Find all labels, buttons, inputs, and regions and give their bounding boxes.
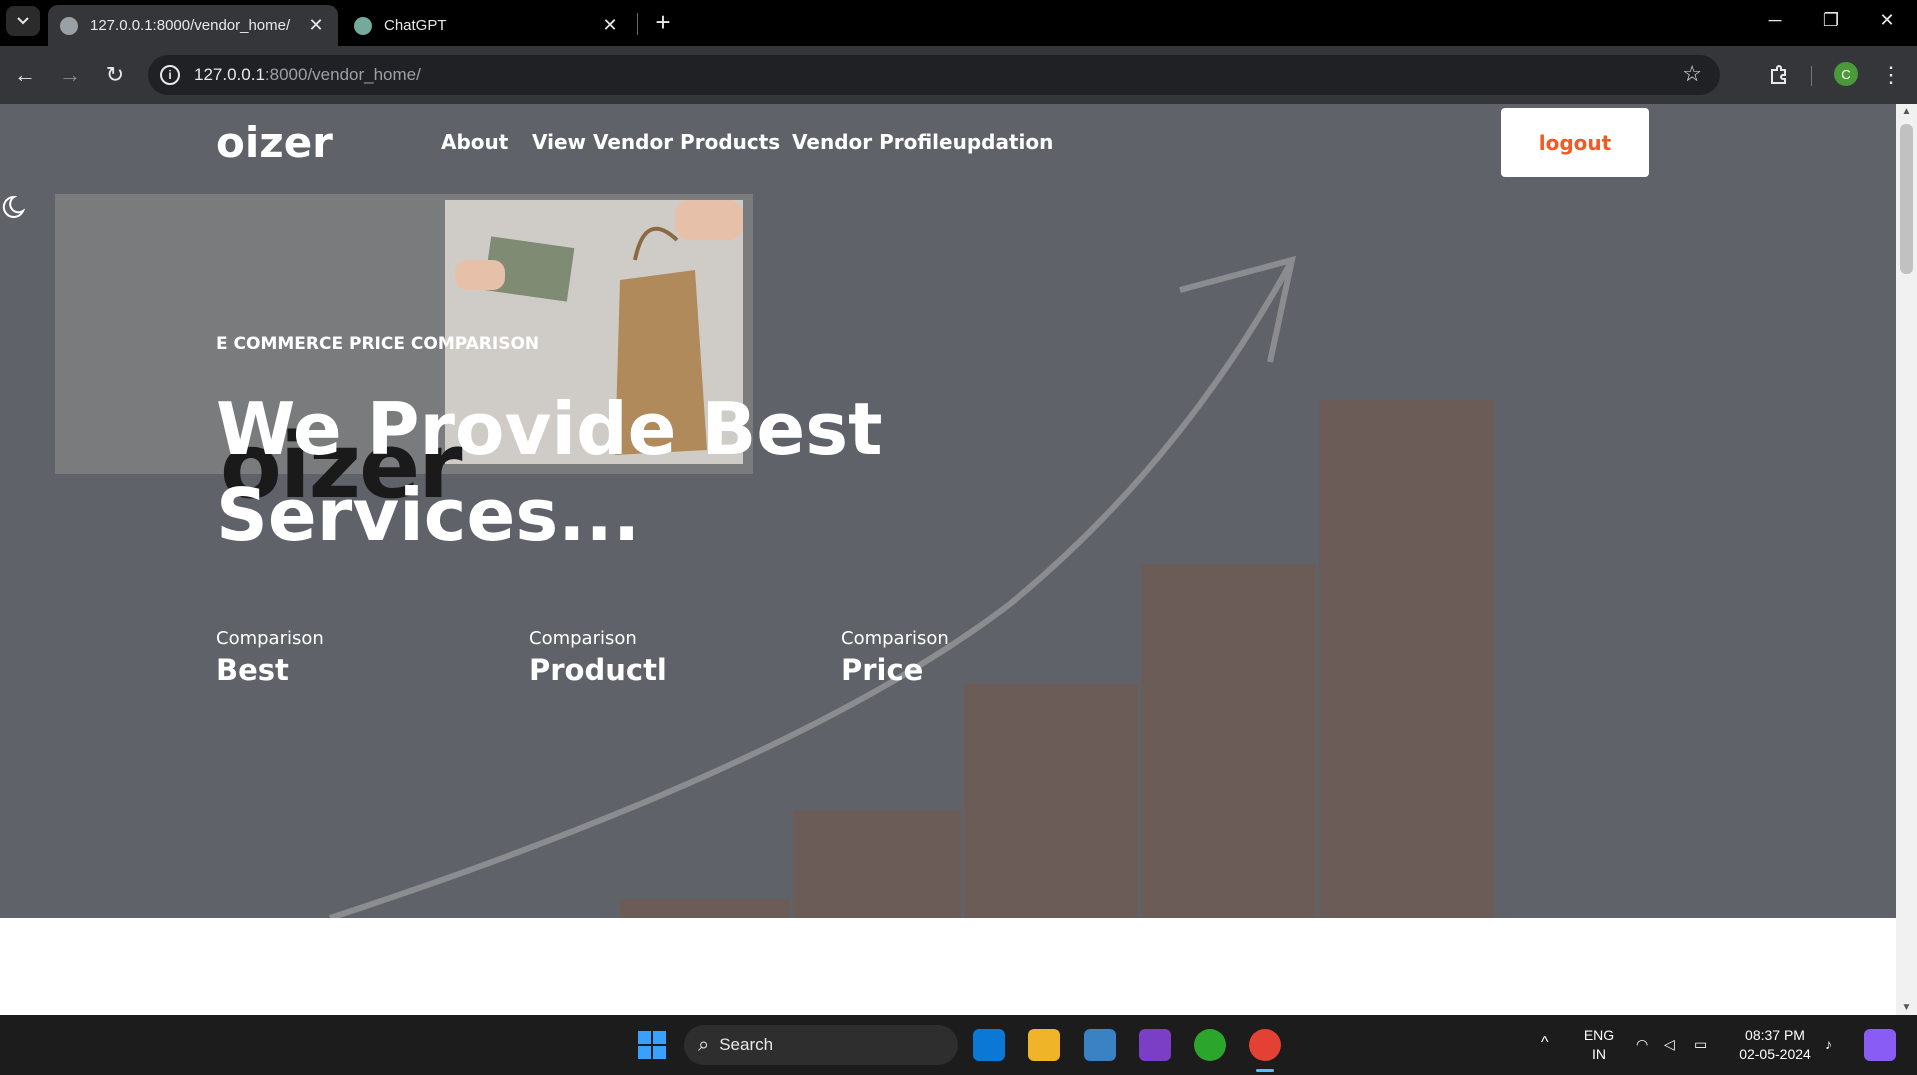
stat-value: Productl xyxy=(529,653,667,687)
app-icon[interactable] xyxy=(1139,1029,1171,1061)
chevron-down-icon xyxy=(17,17,29,25)
stat-label: Comparison xyxy=(529,628,637,649)
moon-icon[interactable] xyxy=(0,194,26,220)
reload-icon[interactable]: ↻ xyxy=(100,60,130,90)
info-icon[interactable]: i xyxy=(160,65,180,85)
extensions-icon[interactable] xyxy=(1764,60,1794,90)
nav-link-about[interactable]: About xyxy=(441,130,508,154)
stat-label: Comparison xyxy=(841,628,949,649)
stat-item: Comparison Productl xyxy=(529,628,667,687)
scrollbar-thumb[interactable] xyxy=(1900,124,1913,274)
windows-logo-icon xyxy=(638,1031,666,1059)
tab-vendor-home[interactable]: 127.0.0.1:8000/vendor_home/ ✕ xyxy=(48,5,338,46)
tab-search-button[interactable] xyxy=(6,6,40,36)
chrome-icon[interactable] xyxy=(1249,1029,1281,1061)
battery-icon[interactable]: ▭ xyxy=(1694,1035,1707,1054)
stat-label: Comparison xyxy=(216,628,324,649)
back-arrow-icon[interactable]: ← xyxy=(10,60,40,90)
volume-icon[interactable]: ◁ xyxy=(1664,1035,1675,1054)
more-menu-icon[interactable]: ⋮ xyxy=(1876,60,1906,90)
hero-headline: We Provide Best Services... xyxy=(216,386,916,558)
language-code: ENG xyxy=(1583,1027,1615,1043)
clock[interactable]: 08:37 PM 02-05-2024 xyxy=(1730,1026,1820,1064)
clock-time: 08:37 PM xyxy=(1745,1027,1805,1043)
close-icon[interactable]: ✕ xyxy=(600,15,620,36)
globe-icon xyxy=(60,16,78,35)
xbox-icon[interactable] xyxy=(1194,1029,1226,1061)
profile-avatar[interactable]: C xyxy=(1834,62,1858,86)
tab-strip: 127.0.0.1:8000/vendor_home/ ✕ ChatGPT ✕ … xyxy=(0,0,1917,46)
active-app-indicator xyxy=(1256,1069,1274,1072)
copilot-icon[interactable] xyxy=(1864,1029,1896,1061)
stat-item: Comparison Price xyxy=(841,628,949,687)
restore-button[interactable]: ❐ xyxy=(1803,0,1859,40)
page-scrollbar[interactable]: ▲ ▼ xyxy=(1896,104,1917,1015)
tab-divider xyxy=(637,13,638,35)
hero-headline-line2: Services... xyxy=(216,473,641,557)
taskbar-search[interactable]: ⌕ Search xyxy=(684,1025,958,1065)
file-explorer-icon[interactable] xyxy=(1028,1029,1060,1061)
stat-value: Price xyxy=(841,653,924,687)
scroll-down-icon[interactable]: ▼ xyxy=(1896,1002,1917,1013)
address-bar[interactable]: i 127.0.0.1:8000/vendor_home/ ☆ xyxy=(148,55,1720,95)
close-icon[interactable]: ✕ xyxy=(306,15,326,36)
puzzle-icon xyxy=(1771,65,1786,84)
hero-eyebrow: E COMMERCE PRICE COMPARISON xyxy=(216,334,540,354)
minimize-button[interactable]: ─ xyxy=(1747,0,1803,40)
nav-link-vendor-profileupdation[interactable]: Vendor Profileupdation xyxy=(792,130,1053,154)
scroll-up-icon[interactable]: ▲ xyxy=(1896,106,1917,117)
site-logo[interactable]: oizer xyxy=(216,118,333,167)
language-indicator[interactable]: ENG IN xyxy=(1582,1026,1616,1064)
vscode-icon[interactable] xyxy=(973,1029,1005,1061)
page-viewport: oizer oizer About View Vendor Products V… xyxy=(0,104,1896,1015)
browser-window: 127.0.0.1:8000/vendor_home/ ✕ ChatGPT ✕ … xyxy=(0,0,1917,1075)
search-icon: ⌕ xyxy=(698,1033,710,1056)
clock-date: 02-05-2024 xyxy=(1739,1046,1811,1062)
nav-link-view-vendor-products[interactable]: View Vendor Products xyxy=(532,130,780,154)
taskbar-search-label: Search xyxy=(719,1035,774,1054)
notification-bell-icon[interactable]: ♪ xyxy=(1825,1035,1832,1054)
url-path: :8000/vendor_home/ xyxy=(264,65,421,84)
wifi-icon[interactable]: ◠ xyxy=(1636,1035,1648,1054)
tab-chatgpt[interactable]: ChatGPT ✕ xyxy=(342,5,632,46)
start-windows-icon[interactable] xyxy=(636,1029,668,1061)
toolbar-divider xyxy=(1811,66,1812,86)
stat-value: Best xyxy=(216,653,289,687)
microsoft-store-icon[interactable] xyxy=(1084,1029,1116,1061)
browser-toolbar: ← → ↻ i 127.0.0.1:8000/vendor_home/ ☆ C … xyxy=(0,46,1917,104)
chatgpt-icon xyxy=(354,16,372,35)
url-text: 127.0.0.1:8000/vendor_home/ xyxy=(194,65,421,85)
windows-taskbar: ⌕ Search ^ ENG IN ◠ ◁ ▭ 08:37 PM 02-05-2… xyxy=(0,1015,1917,1075)
close-window-button[interactable]: ✕ xyxy=(1859,0,1915,40)
region-code: IN xyxy=(1592,1046,1606,1062)
tray-overflow-icon[interactable]: ^ xyxy=(1541,1033,1549,1052)
stat-item: Comparison Best xyxy=(216,628,324,687)
hero-section: oizer oizer About View Vendor Products V… xyxy=(0,104,1896,918)
forward-arrow-icon[interactable]: → xyxy=(55,60,85,90)
new-tab-button[interactable]: + xyxy=(648,8,678,38)
hero-headline-line1: We Provide Best xyxy=(216,387,883,471)
tab-title: 127.0.0.1:8000/vendor_home/ xyxy=(90,17,291,34)
bookmark-star-icon[interactable]: ☆ xyxy=(1682,61,1702,87)
tab-title: ChatGPT xyxy=(384,17,447,34)
logout-button[interactable]: logout xyxy=(1501,108,1649,177)
url-host: 127.0.0.1 xyxy=(194,65,265,84)
